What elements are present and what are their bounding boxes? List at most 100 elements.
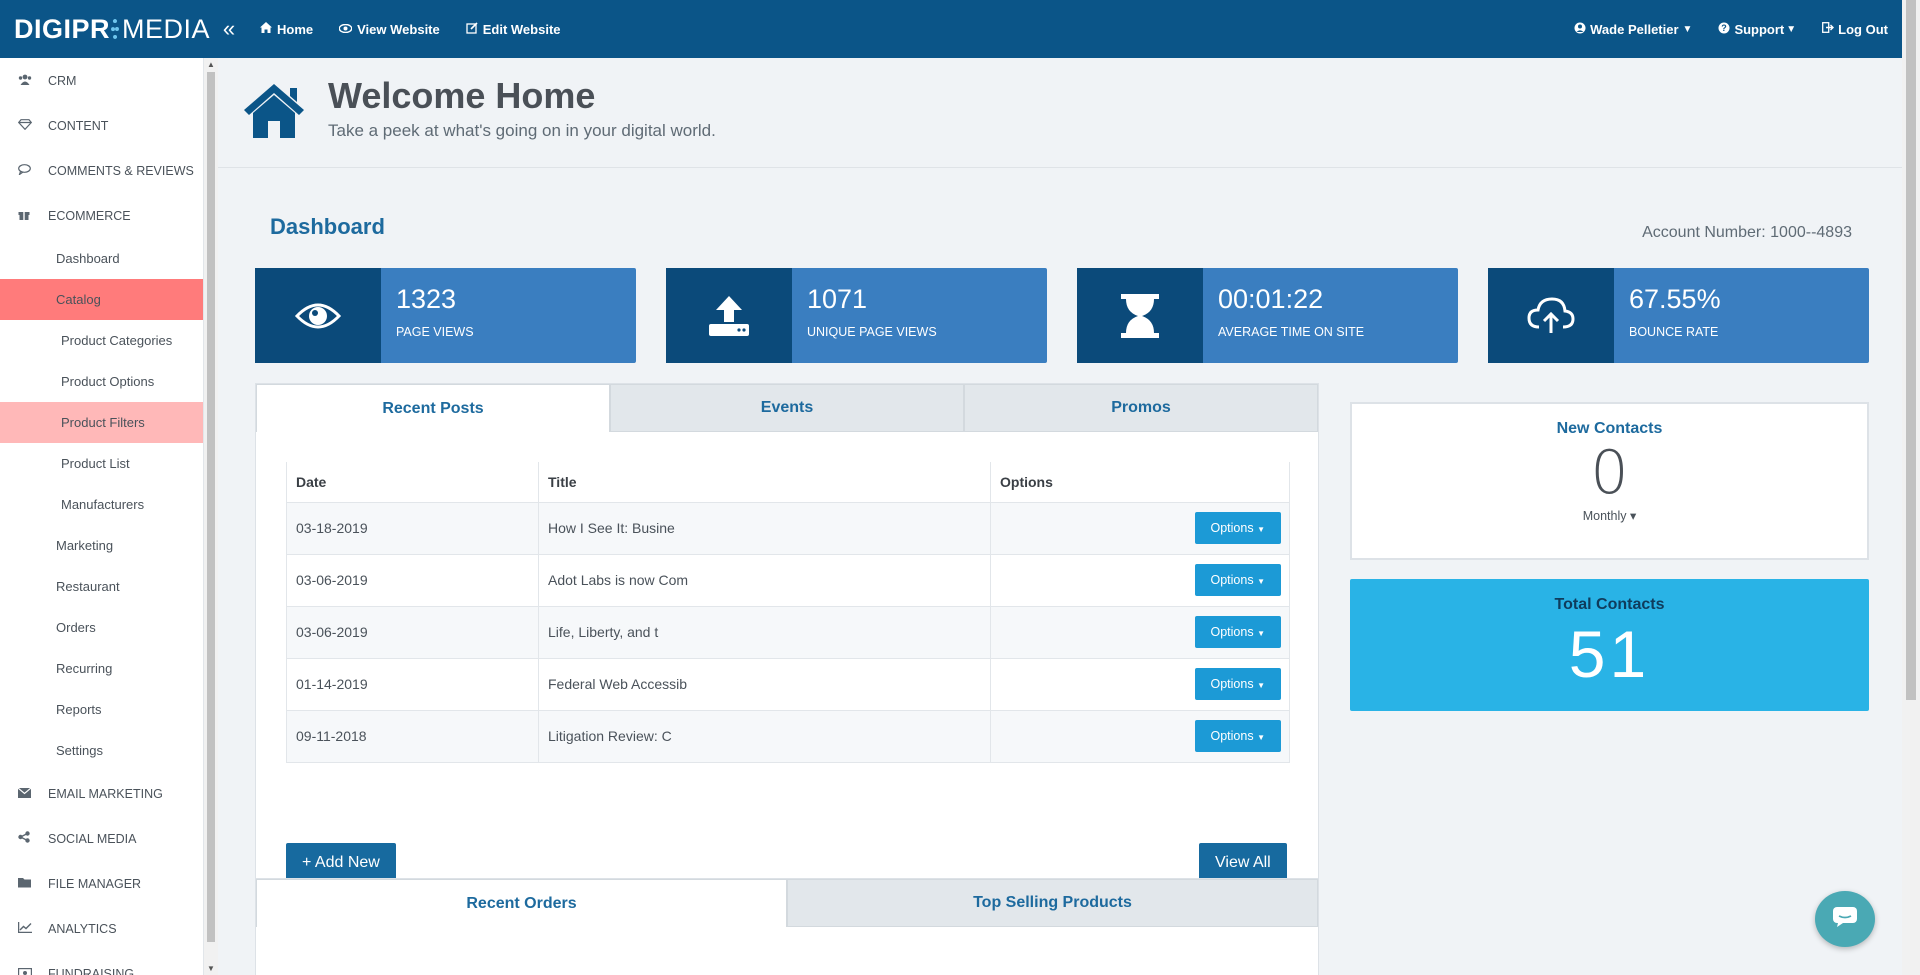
collapse-sidebar-button[interactable]: « [214, 16, 244, 42]
page-scrollbar[interactable] [1902, 0, 1920, 975]
page-scroll-thumb[interactable] [1906, 0, 1916, 700]
tab-recent-orders[interactable]: Recent Orders [256, 879, 787, 927]
sidebar-item-settings[interactable]: Settings [0, 730, 203, 771]
table-row: 03-06-2019 Life, Liberty, and t Options … [286, 605, 1290, 659]
sidebar-item-ecommerce[interactable]: ECOMMERCE [0, 193, 203, 238]
svg-text:?: ? [1722, 23, 1728, 33]
options-dropdown-button[interactable]: Options ▼ [1194, 668, 1281, 700]
sidebar-item-email-marketing[interactable]: EMAIL MARKETING [0, 771, 203, 816]
top-navbar: DIGIPR MEDIA « Home View Website Edit We… [0, 0, 1920, 58]
scroll-down-arrow[interactable]: ▼ [207, 964, 215, 973]
chevron-down-icon: ▼ [1682, 23, 1693, 35]
chat-widget-button[interactable] [1815, 891, 1875, 947]
diamond-icon [17, 118, 48, 133]
sidebar-item-product-options[interactable]: Product Options [0, 361, 203, 402]
stat-value: 67.55% [1629, 284, 1721, 314]
period-dropdown[interactable]: Monthly ▾ [1352, 508, 1867, 523]
add-new-button[interactable]: + Add New [286, 843, 396, 883]
main-content: Welcome Home Take a peek at what's going… [218, 58, 1902, 975]
table-header-row: Date Title Options [286, 462, 1290, 503]
nav-view-website-link[interactable]: View Website [338, 22, 440, 37]
post-title: Federal Web Accessib [538, 657, 991, 711]
sidebar-item-analytics[interactable]: ANALYTICS [0, 906, 203, 951]
caret-down-icon: ▼ [1257, 733, 1265, 742]
sidebar-scroll-thumb[interactable] [207, 72, 215, 942]
post-title: Adot Labs is now Com [538, 553, 991, 607]
edit-icon [466, 21, 478, 37]
tab-promos[interactable]: Promos [964, 384, 1318, 432]
total-contacts-value: 51 [1568, 617, 1651, 691]
post-date: 03-18-2019 [286, 501, 539, 555]
dashboard-title: Dashboard [270, 214, 385, 239]
support-menu[interactable]: ? Support ▼ [1718, 22, 1796, 37]
caret-down-icon: ▼ [1257, 577, 1265, 586]
options-dropdown-button[interactable]: Options ▼ [1194, 564, 1281, 596]
options-dropdown-button[interactable]: Options ▼ [1194, 616, 1281, 648]
logo[interactable]: DIGIPR MEDIA [0, 14, 210, 45]
view-all-button[interactable]: View All [1199, 843, 1287, 883]
post-title: How I See It: Busine [538, 501, 991, 555]
users-icon [18, 73, 48, 88]
stat-card-bounce-rate: 67.55% BOUNCE RATE [1488, 268, 1869, 363]
sidebar-item-reports[interactable]: Reports [0, 689, 203, 730]
stat-label: AVERAGE TIME ON SITE [1218, 325, 1365, 339]
sidebar-item-recurring[interactable]: Recurring [0, 648, 203, 689]
sidebar-item-product-list[interactable]: Product List [0, 443, 203, 484]
sidebar-item-dashboard[interactable]: Dashboard [0, 238, 203, 279]
posts-table: Date Title Options 03-18-2019 How I See … [286, 462, 1290, 763]
envelope-icon [17, 786, 48, 801]
gift-icon [18, 208, 48, 223]
upload-icon [666, 268, 792, 363]
tab-recent-posts[interactable]: Recent Posts [256, 384, 610, 432]
sidebar: CRM CONTENT COMMENTS & REVIEWS ECOMMERCE… [0, 58, 204, 975]
nav-home-link[interactable]: Home [260, 22, 313, 37]
stat-value: 1071 [807, 284, 868, 314]
sidebar-item-social-media[interactable]: SOCIAL MEDIA [0, 816, 203, 861]
options-dropdown-button[interactable]: Options ▼ [1194, 512, 1281, 544]
nav-edit-website-link[interactable]: Edit Website [466, 22, 561, 37]
caret-down-icon: ▼ [1257, 525, 1265, 534]
page-subtitle: Take a peek at what's going on in your d… [328, 121, 716, 140]
tab-events[interactable]: Events [610, 384, 964, 432]
sidebar-item-fundraising[interactable]: FUNDRAISING [0, 951, 203, 975]
new-contacts-title: New Contacts [1556, 420, 1663, 437]
logout-icon [1822, 22, 1835, 36]
tab-top-selling-products[interactable]: Top Selling Products [787, 879, 1318, 927]
orders-panel: Recent Orders Top Selling Products [255, 878, 1319, 975]
eye-icon [338, 22, 353, 36]
stat-card-unique-page-views: 1071 UNIQUE PAGE VIEWS [666, 268, 1047, 363]
user-menu[interactable]: Wade Pelletier ▼ [1574, 22, 1692, 37]
column-header-date[interactable]: Date [286, 462, 539, 503]
sidebar-item-crm[interactable]: CRM [0, 58, 203, 103]
sidebar-item-content[interactable]: CONTENT [0, 103, 203, 148]
sidebar-item-catalog[interactable]: Catalog [0, 279, 203, 320]
scroll-up-arrow[interactable]: ▲ [207, 60, 215, 69]
total-contacts-title: Total Contacts [1554, 596, 1665, 613]
sidebar-item-product-categories[interactable]: Product Categories [0, 320, 203, 361]
total-contacts-card: Total Contacts 51 [1350, 579, 1869, 711]
gear-icon [111, 19, 120, 39]
sidebar-item-marketing[interactable]: Marketing [0, 525, 203, 566]
post-date: 01-14-2019 [286, 657, 539, 711]
sidebar-item-manufacturers[interactable]: Manufacturers [0, 484, 203, 525]
sidebar-item-file-manager[interactable]: FILE MANAGER [0, 861, 203, 906]
sidebar-scrollbar[interactable]: ▲ ▼ [204, 58, 218, 975]
folder-icon [18, 876, 48, 891]
new-contacts-card: New Contacts 0 Monthly ▾ [1350, 402, 1869, 560]
post-date: 09-11-2018 [286, 709, 539, 763]
sidebar-item-restaurant[interactable]: Restaurant [0, 566, 203, 607]
options-dropdown-button[interactable]: Options ▼ [1194, 720, 1281, 752]
stat-label: UNIQUE PAGE VIEWS [807, 325, 937, 339]
chart-icon [17, 921, 48, 936]
chat-icon [1832, 906, 1858, 933]
sidebar-item-comments-reviews[interactable]: COMMENTS & REVIEWS [0, 148, 203, 193]
column-header-title[interactable]: Title [538, 462, 991, 503]
stat-value: 00:01:22 [1218, 284, 1324, 314]
logout-link[interactable]: Log Out [1822, 22, 1888, 37]
sidebar-item-orders[interactable]: Orders [0, 607, 203, 648]
stat-value: 1323 [396, 284, 457, 314]
home-icon [242, 82, 306, 142]
sidebar-item-product-filters[interactable]: Product Filters [0, 402, 203, 443]
stat-card-page-views: 1323 PAGE VIEWS [255, 268, 636, 363]
table-row: 03-06-2019 Adot Labs is now Com Options … [286, 553, 1290, 607]
